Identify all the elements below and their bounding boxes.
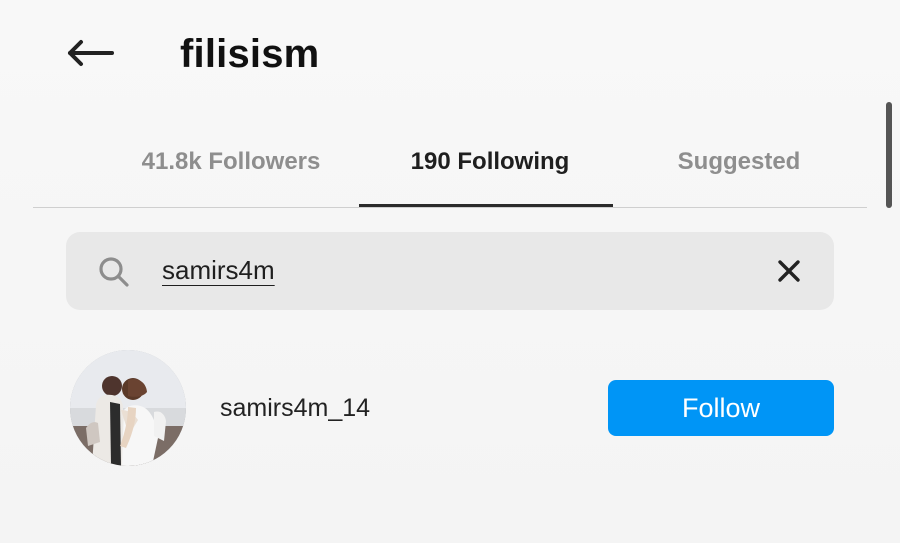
tab-suggested[interactable]: Suggested [667, 142, 811, 182]
follow-button[interactable]: Follow [608, 380, 834, 436]
tabs-divider [33, 207, 867, 208]
arrow-left-icon [68, 40, 114, 66]
page-title: filisism [180, 32, 320, 76]
back-button[interactable] [62, 28, 118, 78]
clear-search-button[interactable] [770, 252, 808, 290]
top-bar: filisism [0, 0, 900, 110]
avatar[interactable] [70, 350, 186, 466]
search-bar[interactable] [66, 232, 834, 310]
tabs-bar: 41.8k Followers 190 Following Suggested [33, 126, 867, 208]
scrollbar[interactable] [886, 102, 892, 208]
result-username: samirs4m_14 [220, 394, 371, 422]
tab-followers[interactable]: 41.8k Followers [128, 142, 334, 182]
avatar-image [70, 350, 186, 466]
close-icon [778, 260, 800, 282]
tab-following[interactable]: 190 Following [394, 142, 586, 182]
list-item[interactable]: samirs4m_14 Follow [70, 350, 840, 468]
following-screen: filisism 41.8k Followers 190 Following S… [0, 0, 900, 543]
search-icon [99, 257, 129, 287]
search-input[interactable] [162, 250, 722, 290]
